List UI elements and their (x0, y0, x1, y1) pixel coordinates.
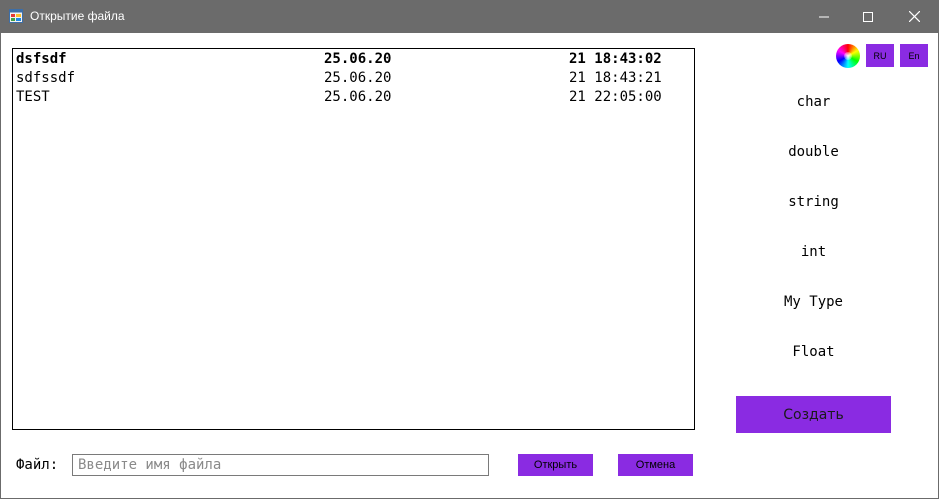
title-bar[interactable]: Открытие файла (0, 0, 939, 33)
maximize-icon (863, 11, 873, 22)
type-option-float[interactable]: Float (736, 344, 891, 364)
file-name: TEST (16, 89, 50, 105)
file-field-label: Файл: (16, 457, 59, 473)
type-option-double[interactable]: double (736, 144, 891, 164)
minimize-icon (819, 16, 829, 17)
file-list-item[interactable]: TEST 25.06.20 21 22:05:00 (13, 88, 694, 107)
file-list[interactable]: dsfsdf 25.06.20 21 18:43:02 sdfssdf 25.0… (12, 48, 695, 430)
create-button[interactable]: Создать (736, 396, 891, 433)
window-title: Открытие файла (30, 9, 125, 23)
file-name: sdfssdf (16, 70, 76, 86)
file-time: 21 18:43:21 (569, 70, 662, 86)
close-button[interactable] (891, 0, 937, 33)
type-option-int[interactable]: int (736, 244, 891, 264)
app-window-icon (9, 9, 23, 23)
minimize-button[interactable] (801, 0, 847, 33)
type-option-char[interactable]: char (736, 94, 891, 114)
type-option-string[interactable]: string (736, 194, 891, 214)
language-ru-button[interactable]: RU (866, 44, 894, 67)
file-name-input[interactable] (72, 454, 489, 476)
file-date: 25.06.20 (324, 51, 392, 67)
file-list-item[interactable]: sdfssdf 25.06.20 21 18:43:21 (13, 69, 694, 88)
file-time: 21 22:05:00 (569, 89, 662, 105)
cancel-button[interactable]: Отмена (618, 454, 693, 476)
open-button[interactable]: Открыть (518, 454, 593, 476)
file-list-item[interactable]: dsfsdf 25.06.20 21 18:43:02 (13, 50, 694, 69)
close-icon (908, 11, 920, 22)
type-option-my-type[interactable]: My Type (736, 294, 891, 314)
file-date: 25.06.20 (324, 70, 392, 86)
file-name: dsfsdf (16, 51, 67, 67)
file-time: 21 18:43:02 (569, 51, 662, 67)
language-en-button[interactable]: En (900, 44, 928, 67)
file-date: 25.06.20 (324, 89, 392, 105)
color-wheel-icon[interactable] (836, 44, 860, 68)
maximize-button[interactable] (845, 0, 891, 33)
